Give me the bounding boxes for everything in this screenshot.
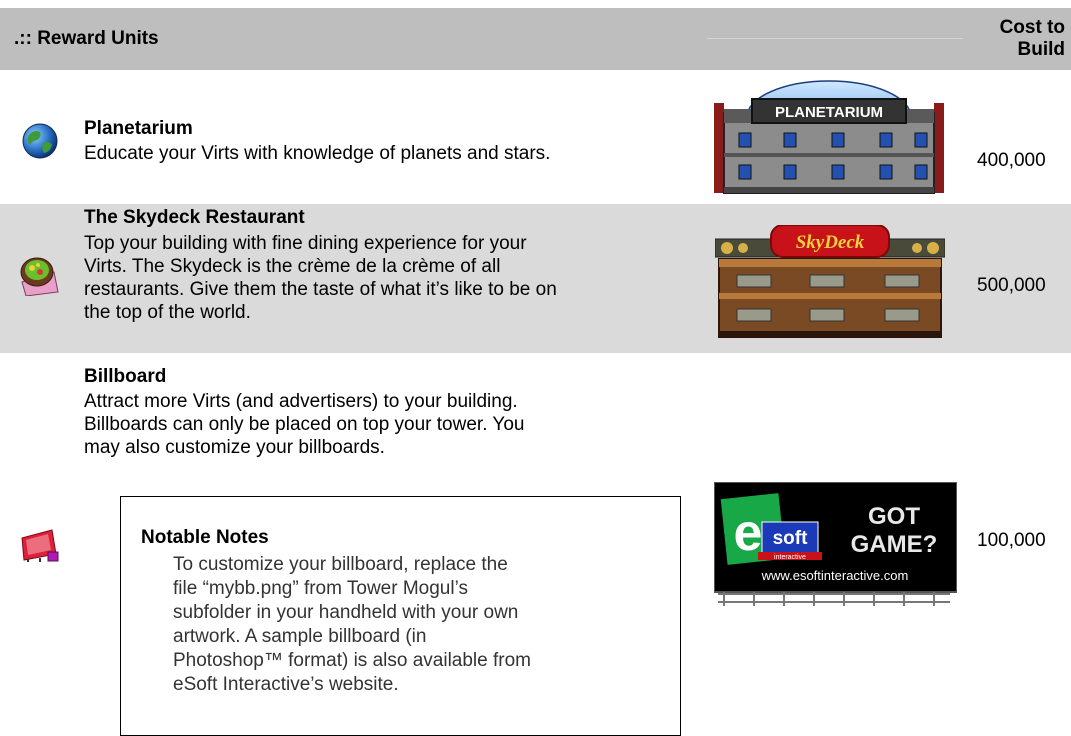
notes-line: subfolder in your handheld with your own xyxy=(173,602,519,623)
skydeck-sign: SkyDeck xyxy=(796,232,865,253)
skydeck-description-line: restaurants. Give them the taste of what… xyxy=(84,279,557,300)
section-title: .:: Reward Units xyxy=(14,28,159,49)
unit-cost-planetarium: 400,000 xyxy=(977,150,1046,171)
skydeck-description-line: the top of the world. xyxy=(84,302,251,323)
billboard-description-line: Attract more Virts (and advertisers) to … xyxy=(84,391,518,412)
notes-line: Photoshop™ format) is also available fro… xyxy=(173,650,531,671)
planetarium-building-image: PLANETARIUM xyxy=(714,80,944,194)
cost-header-line1: Cost to xyxy=(999,17,1065,38)
notes-title: Notable Notes xyxy=(141,527,269,548)
billboard-url: www.esoftinteractive.com xyxy=(761,568,909,583)
billboard-image: e soft interactive GOT GAME? www.esoftin… xyxy=(714,482,957,606)
notes-line: To customize your billboard, replace the xyxy=(173,554,508,575)
notes-line: eSoft Interactive’s website. xyxy=(173,674,399,695)
notes-line: file “mybb.png” from Tower Mogul’s xyxy=(173,578,468,599)
planetarium-sign: PLANETARIUM xyxy=(775,104,883,121)
notable-notes-box: Notable Notes To customize your billboar… xyxy=(120,496,681,736)
billboard-description-line: Billboards can only be placed on top you… xyxy=(84,414,525,435)
unit-description-planetarium: Educate your Virts with knowledge of pla… xyxy=(84,143,551,164)
billboard-logo-word: soft xyxy=(773,528,809,549)
table-header xyxy=(0,8,1071,70)
unit-name-skydeck: The Skydeck Restaurant xyxy=(84,207,305,228)
notes-line: artwork. A sample billboard (in xyxy=(173,626,427,647)
notes-text: To customize your billboard, replace the… xyxy=(173,553,663,697)
skydeck-description-line: Top your building with fine dining exper… xyxy=(84,233,527,254)
skydeck-description-line: Virts. The Skydeck is the crème de la cr… xyxy=(84,256,501,277)
billboard-slogan-line1: GOT xyxy=(868,503,920,530)
billboard-logo-sub: interactive xyxy=(774,554,806,561)
skydeck-building-image: SkyDeck xyxy=(715,225,945,338)
unit-description-skydeck: Top your building with fine dining exper… xyxy=(84,232,557,324)
billboard-description-line: may also customize your billboards. xyxy=(84,437,385,458)
unit-name-billboard: Billboard xyxy=(84,366,167,387)
food-plate-icon xyxy=(20,257,59,296)
unit-cost-billboard: 100,000 xyxy=(977,530,1046,551)
unit-description-billboard: Attract more Virts (and advertisers) to … xyxy=(84,390,524,459)
cost-header-line2: Build xyxy=(1017,39,1066,60)
billboard-slogan-line2: GAME? xyxy=(851,531,938,558)
header-divider xyxy=(707,38,963,39)
globe-icon xyxy=(22,123,58,159)
billboard-icon xyxy=(21,529,59,562)
unit-cost-skydeck: 500,000 xyxy=(977,275,1046,296)
unit-name-planetarium: Planetarium xyxy=(84,118,193,139)
cost-column-header: Cost to Build xyxy=(1000,17,1065,61)
